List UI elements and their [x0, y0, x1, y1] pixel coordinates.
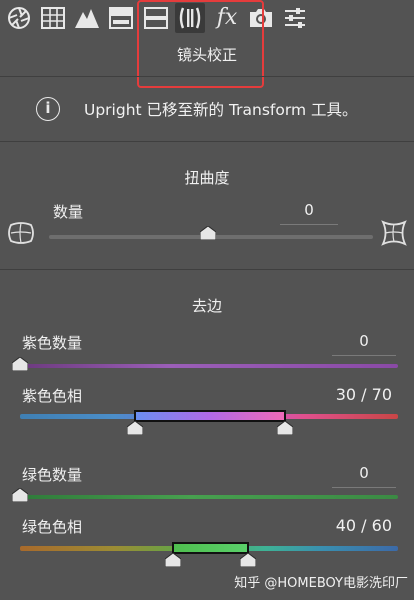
barrel-icon — [381, 220, 407, 246]
green-amount-label: 绿色数量 — [22, 466, 83, 484]
purple-hue-label: 紫色色相 — [22, 387, 83, 405]
green-amount-value[interactable]: 0 — [332, 464, 396, 482]
purple-amount-underline — [332, 355, 396, 356]
distortion-amount-value[interactable]: 0 — [280, 201, 338, 219]
pincushion-icon — [8, 222, 34, 244]
watermark: 知乎 @HOMEBOY电影洗印厂 — [234, 576, 408, 591]
purple-hue-value[interactable]: 30 / 70 — [336, 385, 392, 404]
green-hue-label: 绿色色相 — [22, 518, 83, 536]
green-amount-slider-thumb[interactable] — [12, 488, 28, 502]
green-hue-value[interactable]: 40 / 60 — [336, 516, 392, 535]
presets-sliders-icon[interactable] — [280, 3, 310, 33]
purple-hue-range — [134, 410, 286, 422]
purple-amount-value[interactable]: 0 — [332, 332, 396, 350]
green-hue-low-thumb[interactable] — [165, 553, 181, 567]
mountain-icon[interactable] — [72, 3, 102, 33]
info-divider — [0, 141, 414, 142]
purple-amount-slider-track[interactable] — [20, 364, 398, 368]
purple-hue-high-thumb[interactable] — [277, 421, 293, 435]
upright-moved-message: Upright 已移至新的 Transform 工具。 — [84, 101, 358, 119]
green-hue-range — [172, 542, 249, 554]
green-hue-high-thumb[interactable] — [240, 553, 256, 567]
purple-amount-slider-thumb[interactable] — [12, 357, 28, 371]
distortion-divider — [0, 269, 414, 270]
split-tone-icon[interactable] — [106, 3, 136, 33]
grid-icon[interactable] — [38, 3, 68, 33]
distortion-amount-underline — [280, 224, 338, 225]
aperture-icon[interactable] — [4, 3, 34, 33]
info-icon: i — [36, 97, 60, 121]
lens-correction-highlight — [137, 0, 264, 88]
toolbar-divider — [0, 76, 414, 77]
purple-hue-low-thumb[interactable] — [127, 421, 143, 435]
green-amount-slider-track[interactable] — [20, 495, 398, 499]
distortion-slider-thumb[interactable] — [200, 226, 216, 240]
distortion-section-title: 扭曲度 — [184, 169, 230, 187]
distortion-amount-label: 数量 — [53, 203, 84, 221]
defringe-section-title: 去边 — [191, 297, 222, 315]
green-amount-underline — [332, 487, 396, 488]
purple-amount-label: 紫色数量 — [22, 334, 83, 352]
